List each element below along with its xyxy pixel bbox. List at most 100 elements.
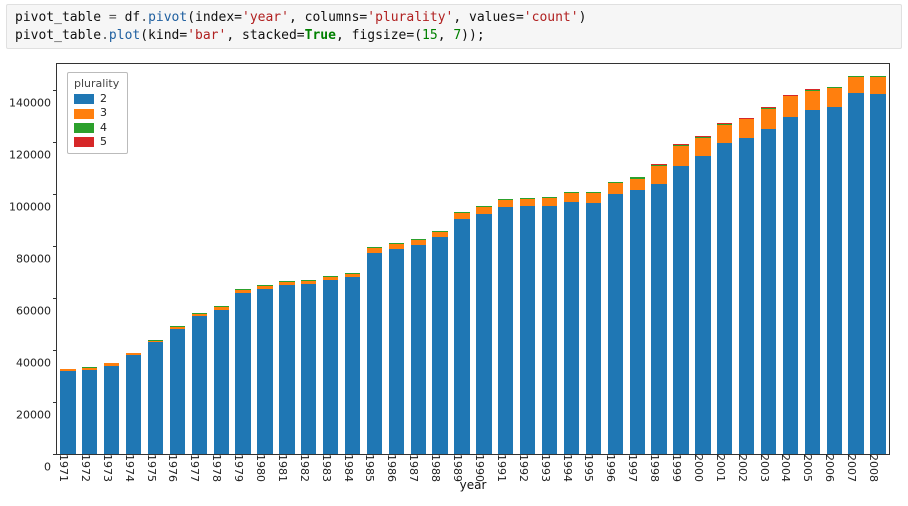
bar [214,64,229,454]
bar-segment-3 [126,353,141,355]
bar-segment-2 [542,206,557,454]
bar-segment-3 [104,363,119,365]
bar-segment-2 [673,166,688,455]
x-tick-label: 2005 [801,454,818,482]
x-tick-label: 1984 [342,454,359,482]
y-tick-label: 80000 [16,253,57,266]
x-tick-label: 1978 [210,454,227,482]
x-tick-label: 1993 [539,454,556,482]
bar [498,64,513,454]
bar [783,64,798,454]
x-tick-label: 2006 [823,454,840,482]
bar-segment-3 [257,285,272,289]
bar-segment-2 [498,207,513,454]
y-tick-label: 40000 [16,357,57,370]
bar-segment-2 [214,310,229,454]
bar [345,64,360,454]
bar-segment-3 [608,183,623,194]
bar-segment-4 [827,87,842,88]
swatch-icon [74,94,94,104]
bar-segment-2 [345,277,360,454]
bar [739,64,754,454]
bar-segment-3 [520,198,535,206]
bar [148,64,163,454]
bar-segment-3 [170,326,185,329]
bar-segment-2 [739,138,754,454]
bar-segment-3 [848,77,863,93]
swatch-icon [74,123,94,133]
bar [805,64,820,454]
bar [367,64,382,454]
legend-item-3: 3 [74,106,119,120]
bar-segment-2 [630,190,645,454]
bar-segment-4 [783,95,798,96]
bar [411,64,426,454]
bar-segment-2 [323,280,338,454]
bar-segment-2 [389,249,404,454]
x-tick-label: 1999 [670,454,687,482]
x-tick-label: 1981 [276,454,293,482]
bar-segment-3 [695,138,710,156]
bar-segment-3 [214,306,229,309]
bar-segment-3 [389,244,404,249]
bar-segment-2 [257,289,272,454]
x-tick-label: 1972 [79,454,96,482]
bar-segment-3 [761,109,776,129]
bar-segment-4 [761,108,776,110]
x-tick-label: 1991 [495,454,512,482]
legend-title: plurality [74,77,119,90]
bar-segment-3 [870,77,885,94]
x-tick-label: 1974 [123,454,140,482]
x-tick-label: 1982 [298,454,315,482]
bar-segment-2 [761,129,776,454]
y-tick-label: 120000 [9,149,57,162]
chart: year plurality 2 3 4 5 02000040000600008… [10,57,898,497]
bar-segment-2 [454,219,469,454]
bar-segment-2 [148,342,163,454]
bar-segment-3 [827,88,842,107]
bar-segment-3 [323,276,338,280]
bar-segment-3 [411,239,426,244]
bar [454,64,469,454]
x-tick-label: 1977 [188,454,205,482]
bar-segment-4 [848,76,863,77]
bar [564,64,579,454]
bar-segment-3 [148,340,163,343]
x-tick-label: 1971 [57,454,74,482]
bar-segment-3 [673,146,688,165]
x-tick-label: 2002 [736,454,753,482]
y-tick-label: 100000 [9,201,57,214]
bar-segment-3 [192,313,207,316]
x-tick-label: 2007 [845,454,862,482]
bar-segment-2 [301,284,316,454]
x-tick-label: 2000 [692,454,709,482]
bar [170,64,185,454]
y-tick-label: 20000 [16,409,57,422]
bar-segment-3 [805,91,820,110]
bar-segment-4 [630,177,645,178]
bar-segment-2 [783,117,798,454]
bar-segment-3 [739,119,754,138]
x-tick-label: 1990 [473,454,490,482]
bar-segment-2 [126,355,141,454]
bar-segment-3 [564,193,579,202]
bar-segment-2 [82,370,97,455]
bar [301,64,316,454]
bar [279,64,294,454]
bar-segment-3 [542,197,557,206]
x-tick-label: 1998 [648,454,665,482]
bar-segment-3 [651,166,666,184]
bar-segment-3 [345,273,360,277]
bar [717,64,732,454]
bar-segment-3 [82,368,97,370]
bar-segment-4 [608,182,623,183]
x-tick-label: 2004 [779,454,796,482]
bar-segment-2 [870,94,885,454]
x-tick-label: 1979 [232,454,249,482]
bar-segment-2 [192,316,207,454]
bar-segment-2 [235,293,250,454]
x-tick-label: 1985 [363,454,380,482]
bar-segment-2 [520,206,535,454]
bar-segment-4 [651,164,666,166]
bar-segment-2 [608,194,623,454]
